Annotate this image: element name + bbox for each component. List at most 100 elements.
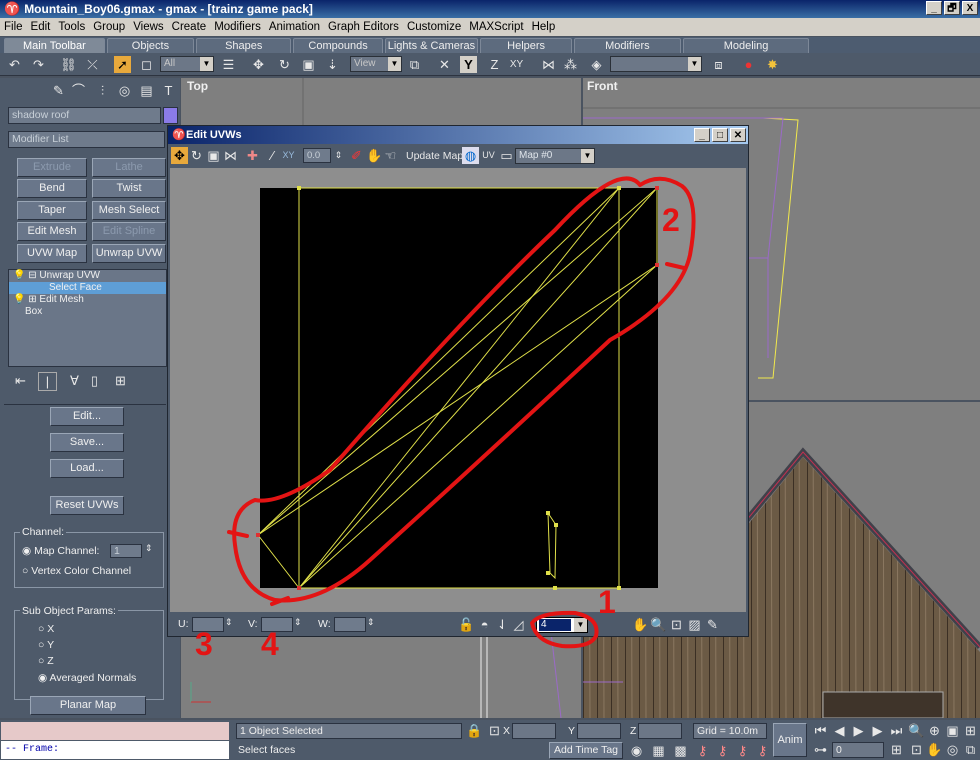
key-filter-icon[interactable]: ⚷ bbox=[714, 742, 731, 759]
extrude-button[interactable]: Extrude bbox=[17, 158, 87, 177]
axis-y-radio[interactable]: ○ Y bbox=[38, 639, 54, 651]
next-frame-icon[interactable]: ▶ bbox=[869, 722, 886, 739]
axis-x-radio[interactable]: ○ X bbox=[38, 623, 54, 635]
lock-selection-icon[interactable]: 🔒 bbox=[466, 722, 483, 739]
maximize-viewport-icon[interactable]: ⧉ bbox=[962, 741, 979, 758]
modify-tab-icon[interactable]: ⌒ bbox=[70, 82, 87, 99]
zoom-region-icon[interactable]: ⊡ bbox=[668, 616, 685, 633]
lock-icon[interactable]: 🔓 bbox=[458, 616, 475, 633]
object-color-swatch[interactable] bbox=[163, 107, 178, 124]
frame-field[interactable]: 0 bbox=[832, 742, 884, 758]
menu-file[interactable]: File bbox=[0, 21, 27, 33]
region-zoom-icon[interactable]: ⊡ bbox=[908, 741, 925, 758]
taper-button[interactable]: Taper bbox=[17, 201, 87, 220]
array-icon[interactable]: ⁂ bbox=[562, 56, 579, 73]
minimize-button[interactable]: _ bbox=[926, 1, 942, 15]
layer-icon[interactable]: ⧈ bbox=[710, 56, 727, 73]
twist-button[interactable]: Twist bbox=[92, 179, 166, 198]
cube-icon[interactable]: ▩ bbox=[672, 742, 689, 759]
make-unique-icon[interactable]: ∀ bbox=[66, 372, 83, 389]
maxscript-listener-top[interactable] bbox=[1, 722, 229, 740]
key-mode-icon[interactable]: ⚷ bbox=[734, 742, 751, 759]
render-frame-icon[interactable]: ◉ bbox=[628, 742, 645, 759]
zoom-icon[interactable]: 🔍 bbox=[650, 616, 667, 633]
x-coord-field[interactable] bbox=[512, 723, 556, 739]
options-icon[interactable]: ▭ bbox=[498, 147, 515, 164]
menu-create[interactable]: Create bbox=[168, 21, 211, 33]
restrict-xy-button[interactable]: XY bbox=[508, 56, 525, 73]
menu-edit[interactable]: Edit bbox=[27, 21, 55, 33]
menu-maxscript[interactable]: MAXScript bbox=[465, 21, 527, 33]
manipulate-icon[interactable]: ⇣ bbox=[324, 56, 341, 73]
motion-tab-icon[interactable]: ◎ bbox=[116, 82, 133, 99]
tab-compounds[interactable]: Compounds bbox=[293, 38, 383, 53]
tab-shapes[interactable]: Shapes bbox=[196, 38, 292, 53]
tab-helpers[interactable]: Helpers bbox=[480, 38, 573, 53]
unwrap-uvw-button[interactable]: Unwrap UVW bbox=[92, 244, 166, 263]
viewport-label-front[interactable]: Front bbox=[587, 79, 618, 93]
unlink-icon[interactable]: ⤫ bbox=[84, 56, 101, 73]
scale-icon[interactable]: ▣ bbox=[205, 147, 222, 164]
select-region-icon[interactable]: ◻ bbox=[138, 56, 155, 73]
menu-graph-editors[interactable]: Graph Editors bbox=[324, 21, 403, 33]
arc-rotate-icon[interactable]: ◎ bbox=[944, 741, 961, 758]
averaged-normals-radio[interactable]: ◉ Averaged Normals bbox=[38, 672, 136, 684]
uvw-close-button[interactable]: ✕ bbox=[730, 128, 746, 142]
show-end-result-icon[interactable]: | bbox=[38, 372, 57, 391]
load-button[interactable]: Load... bbox=[50, 459, 124, 478]
goto-start-icon[interactable]: ⏮ bbox=[812, 722, 829, 739]
uvw-maximize-button[interactable]: □ bbox=[712, 128, 728, 142]
pin-stack-icon[interactable]: ⇤ bbox=[12, 372, 29, 389]
zoom-level-dropdown[interactable]: 4 ▼ bbox=[536, 617, 588, 633]
select-by-name-icon[interactable]: ☰ bbox=[220, 56, 237, 73]
named-selection-dropdown[interactable]: ▼ bbox=[610, 56, 702, 72]
uvw-map-button[interactable]: UVW Map bbox=[17, 244, 87, 263]
select-arrow-icon[interactable]: ➚ bbox=[114, 56, 131, 73]
time-config-icon[interactable]: ⊞ bbox=[888, 741, 905, 758]
reset-uvws-button[interactable]: Reset UVWs bbox=[50, 496, 124, 515]
anim-mode-button[interactable]: Anim bbox=[773, 723, 807, 757]
set-key-icon[interactable]: ⚷ bbox=[754, 742, 771, 759]
menu-tools[interactable]: Tools bbox=[54, 21, 89, 33]
zoom-all-icon[interactable]: ⊕ bbox=[926, 722, 943, 739]
update-map-button[interactable]: Update Map bbox=[406, 150, 463, 162]
uvw-minimize-button[interactable]: _ bbox=[694, 128, 710, 142]
prev-frame-icon[interactable]: ◀ bbox=[831, 722, 848, 739]
stack-item-select-face[interactable]: Select Face bbox=[9, 282, 166, 294]
expand-selection-icon[interactable]: ✚ bbox=[244, 147, 261, 164]
planar-map-button[interactable]: Planar Map bbox=[30, 696, 146, 715]
key-mode-toggle-icon[interactable]: ⊶ bbox=[812, 741, 829, 758]
zoom-extents-icon[interactable]: ▣ bbox=[944, 722, 961, 739]
tab-modeling[interactable]: Modeling bbox=[682, 38, 810, 53]
pivot-center-icon[interactable]: ⧉ bbox=[406, 56, 423, 73]
edit-uvws-button[interactable]: Edit... bbox=[50, 407, 124, 426]
render-icon[interactable]: ✸ bbox=[764, 56, 781, 73]
maxscript-listener[interactable]: -- Frame: bbox=[1, 741, 229, 759]
tab-main-toolbar[interactable]: Main Toolbar bbox=[4, 38, 105, 53]
selection-filter-dropdown[interactable]: All ▼ bbox=[160, 56, 214, 72]
show-map-icon[interactable]: ◍ bbox=[462, 147, 479, 164]
mirror-icon[interactable]: ⋈ bbox=[540, 56, 557, 73]
pan-icon[interactable]: ☜ bbox=[382, 147, 399, 164]
tab-objects[interactable]: Objects bbox=[106, 38, 195, 53]
hand-icon[interactable]: ✋ bbox=[366, 147, 383, 164]
tab-modifiers[interactable]: Modifiers bbox=[574, 38, 681, 53]
spinner-arrows-icon[interactable]: ⇕ bbox=[294, 617, 302, 628]
absolute-mode-icon[interactable]: ⊡ bbox=[486, 722, 503, 739]
coord-space-icon[interactable]: XY bbox=[280, 147, 297, 164]
menu-help[interactable]: Help bbox=[528, 21, 560, 33]
move-icon[interactable]: ✥ bbox=[171, 147, 188, 164]
modifier-list-dropdown[interactable]: Modifier List bbox=[8, 131, 165, 148]
lathe-button[interactable]: Lathe bbox=[92, 158, 166, 177]
z-coord-field[interactable] bbox=[638, 723, 682, 739]
hierarchy-tab-icon[interactable]: ⫶ bbox=[94, 82, 111, 99]
spinner-arrows-icon[interactable]: ⇕ bbox=[367, 617, 375, 628]
hide-icon[interactable]: ◓ bbox=[476, 616, 493, 633]
uv-canvas[interactable] bbox=[170, 168, 746, 612]
object-name-field[interactable]: shadow roof bbox=[8, 107, 161, 124]
stack-item-edit-mesh[interactable]: 💡 ⊞ Edit Mesh bbox=[9, 294, 166, 306]
reference-coord-dropdown[interactable]: View ▼ bbox=[350, 56, 402, 72]
goto-end-icon[interactable]: ⏭ bbox=[888, 722, 905, 739]
zoom-extents-icon[interactable]: ▨ bbox=[686, 616, 703, 633]
zoom-icon[interactable]: 🔍 bbox=[908, 722, 925, 739]
